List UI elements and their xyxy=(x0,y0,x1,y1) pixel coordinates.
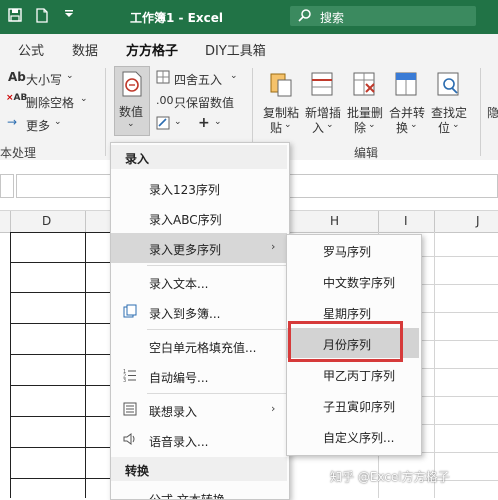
save-icon[interactable] xyxy=(8,8,22,26)
arrow-right-icon: → xyxy=(7,115,18,129)
value-button[interactable]: 数值 ⌄ xyxy=(114,66,150,136)
case-button[interactable]: 大小写 xyxy=(26,71,62,88)
svg-text:3: 3 xyxy=(123,378,126,382)
new-file-icon[interactable] xyxy=(36,8,48,27)
tab-fangfang[interactable]: 方方格子 xyxy=(126,40,179,65)
chevron-down-icon: ⌄ xyxy=(214,117,222,127)
menu-item-auto-number[interactable]: 123 自动编号... xyxy=(111,361,287,391)
watermark: 知乎 @Excel方方格子 xyxy=(330,470,450,484)
tab-data[interactable]: 数据 xyxy=(72,40,98,59)
search-box[interactable]: 搜索 xyxy=(290,6,476,26)
tab-formulas[interactable]: 公式 xyxy=(18,40,44,59)
title-bar: 工作簿1 - Excel 搜索 xyxy=(0,0,498,34)
value-icon xyxy=(121,71,143,100)
highlight-annotation-box xyxy=(288,321,403,362)
menu-item-fill-blank-cells[interactable]: 空白单元格填充值... xyxy=(111,331,287,361)
group-label-text-processing: 本处理 xyxy=(0,146,37,160)
submenu-item-roman[interactable]: 罗马序列 xyxy=(287,235,419,265)
round-button[interactable]: 四舍五入 xyxy=(174,71,222,88)
chevron-right-icon: › xyxy=(271,240,276,253)
menu-item-associative-input[interactable]: 联想录入 › xyxy=(111,395,287,425)
delete-space-icon: ×AB xyxy=(6,93,28,103)
chevron-down-icon: ⌄ xyxy=(66,71,74,81)
find-locate-icon xyxy=(436,70,462,101)
menu-item-input-more-series[interactable]: 录入更多序列 › xyxy=(111,233,287,263)
chevron-down-icon: ⌄ xyxy=(80,94,88,104)
round-icon xyxy=(156,70,170,87)
search-label: 搜索 xyxy=(320,11,345,25)
chevron-right-icon: › xyxy=(271,402,276,415)
menu-section-convert: 转换 xyxy=(111,457,287,481)
format-icon[interactable] xyxy=(156,116,170,133)
insert-icon xyxy=(310,70,336,101)
column-header-i[interactable]: I xyxy=(404,214,408,228)
value-label: 数值 xyxy=(119,105,144,119)
speaker-icon xyxy=(123,432,137,450)
menu-item-input-multi-book[interactable]: 录入到多簿... xyxy=(111,297,287,327)
insert-label-2: 入 xyxy=(312,121,325,135)
chevron-down-icon: ⌄ xyxy=(452,120,460,130)
more-button[interactable]: 更多 xyxy=(26,117,50,134)
merge-convert-label-2: 换 xyxy=(396,121,409,135)
chevron-down-icon: ⌄ xyxy=(230,71,238,81)
menu-section-input: 录入 xyxy=(111,145,287,169)
tab-diy-toolbox[interactable]: DIY工具箱 xyxy=(205,40,266,59)
submenu-item-custom-series[interactable]: 自定义序列... xyxy=(287,421,419,451)
column-header-h[interactable]: H xyxy=(330,214,339,228)
multi-book-icon xyxy=(123,304,137,322)
window-title: 工作簿1 - Excel xyxy=(130,11,223,25)
chevron-down-icon: ⌄ xyxy=(410,120,418,130)
copy-paste-icon xyxy=(268,70,294,101)
search-icon xyxy=(298,8,312,26)
hide-button[interactable]: 隐 xyxy=(487,104,498,121)
chevron-down-icon: ⌄ xyxy=(127,119,135,129)
menu-item-voice-input[interactable]: 语音录入... xyxy=(111,425,287,455)
batch-delete-label-2: 除 xyxy=(354,121,367,135)
chevron-down-icon: ⌄ xyxy=(326,120,334,130)
column-header-j[interactable]: J xyxy=(476,214,480,228)
submenu-item-earthly-branches[interactable]: 子丑寅卯序列 xyxy=(287,390,419,420)
customize-qat-icon[interactable] xyxy=(64,8,74,24)
submenu-item-chinese-numbers[interactable]: 中文数字序列 xyxy=(287,266,419,296)
keep-value-icon: .00 xyxy=(156,94,174,107)
group-label-edit: 编辑 xyxy=(354,146,379,160)
delete-space-button[interactable]: 删除空格 xyxy=(26,94,74,111)
case-icon: Ab xyxy=(8,70,26,84)
name-box[interactable] xyxy=(0,174,14,198)
batch-delete-icon xyxy=(352,70,378,101)
column-header-d[interactable]: D xyxy=(42,214,51,228)
copy-paste-label-2: 贴 xyxy=(270,121,283,135)
submenu-item-heavenly-stems[interactable]: 甲乙丙丁序列 xyxy=(287,359,419,389)
menu-item-formula-text-convert[interactable]: 公式 文本转换 xyxy=(111,485,287,499)
menu-item-input-abc[interactable]: 录入ABC序列 xyxy=(111,203,287,233)
chevron-down-icon: ⌄ xyxy=(284,120,292,130)
chevron-down-icon: ⌄ xyxy=(368,120,376,130)
list-icon xyxy=(123,402,137,420)
menu-item-input-123[interactable]: 录入123序列 xyxy=(111,173,287,203)
ribbon-tabs: 公式 数据 方方格子 DIY工具箱 xyxy=(0,34,498,65)
find-locate-label-2: 位 xyxy=(438,121,451,135)
numbered-list-icon: 123 xyxy=(123,368,137,386)
menu-item-input-text[interactable]: 录入文本... xyxy=(111,267,287,297)
plus-icon[interactable]: + xyxy=(198,115,210,131)
value-dropdown-menu: 录入 录入123序列 录入ABC序列 录入更多序列 › 录入文本... 录入到多… xyxy=(110,142,290,500)
chevron-down-icon: ⌄ xyxy=(174,117,182,127)
merge-convert-icon xyxy=(394,70,420,101)
chevron-down-icon: ⌄ xyxy=(54,117,62,127)
keep-value-button[interactable]: 只保留数值 xyxy=(174,94,234,111)
